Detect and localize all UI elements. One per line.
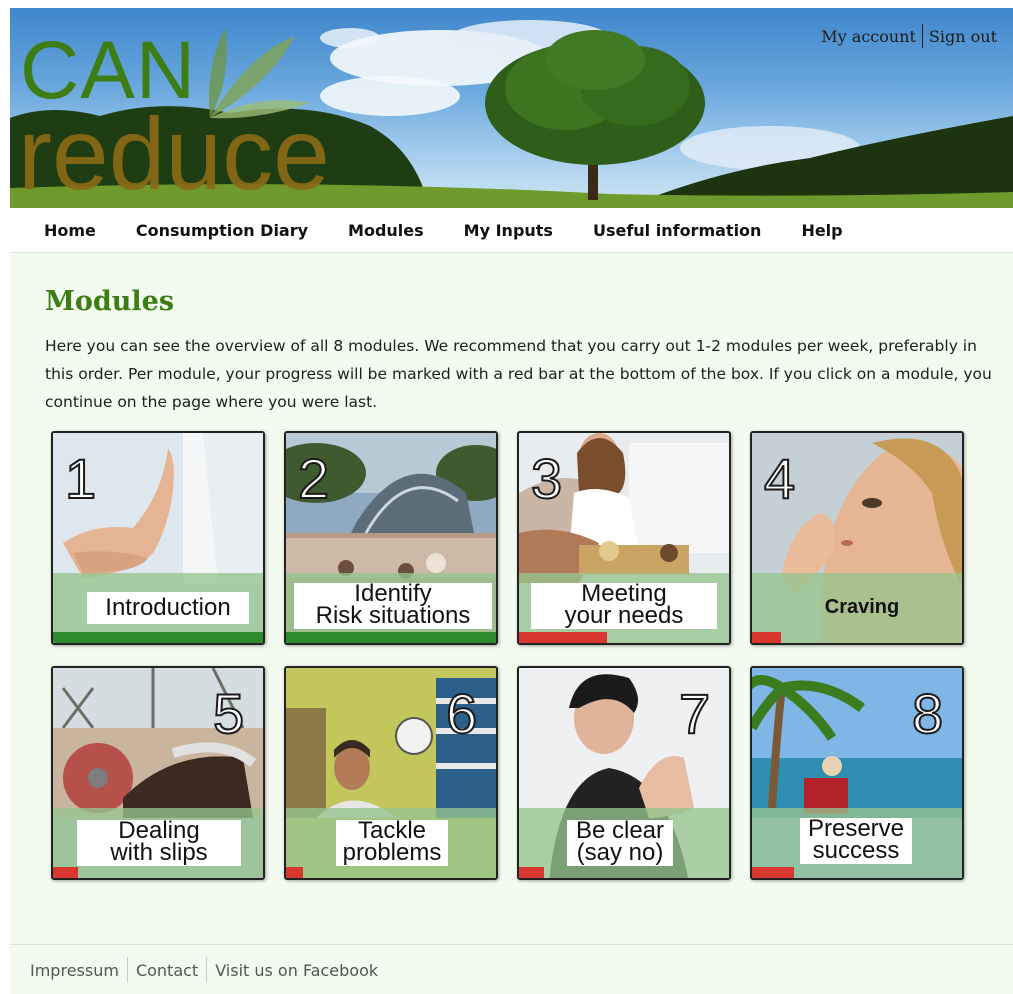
footer-link-contact[interactable]: Contact [128,961,206,980]
module-progress-bar [53,867,79,878]
module-progress-bar [752,867,794,878]
module-number: 8 [911,682,944,745]
main-nav: Home Consumption Diary Modules My Inputs… [10,208,1013,253]
module-label: Identify Risk situations [294,582,492,629]
sign-out-link[interactable]: Sign out [923,25,1003,48]
module-progress-bar [752,632,782,643]
page-frame: CAN reduce My account Sign out Home Cons… [10,8,1013,994]
footer-link-facebook[interactable]: Visit us on Facebook [207,961,386,980]
module-tile-7[interactable]: 7 Be clear (say no) [517,666,731,880]
module-label: Dealing with slips [77,819,241,866]
module-number: 7 [678,682,711,745]
my-account-link[interactable]: My account [815,25,922,48]
module-number: 2 [297,447,330,510]
logo-reduce-text: reduce [18,97,330,208]
account-links: My account Sign out [815,24,1003,48]
module-progress-bar [519,867,545,878]
module-tile-8[interactable]: 8 Preserve success [750,666,964,880]
header-banner: CAN reduce My account Sign out [10,8,1013,208]
module-tile-3[interactable]: 3 Meeting your needs [517,431,731,645]
nav-item-useful-information[interactable]: Useful information [593,221,761,240]
nav-item-modules[interactable]: Modules [348,221,424,240]
nav-item-home[interactable]: Home [44,221,96,240]
module-progress-bar [519,632,608,643]
module-label: Introduction [87,592,249,624]
nav-item-help[interactable]: Help [801,221,842,240]
footer: Impressum Contact Visit us on Facebook [10,944,1013,994]
module-progress-bar [53,632,263,643]
module-progress-bar [286,867,303,878]
module-number: 3 [530,447,563,510]
module-number: 4 [763,447,796,510]
module-label: Preserve success [800,817,912,864]
page-title: Modules [45,286,175,317]
module-label: Craving [824,596,900,618]
module-number: 5 [212,682,245,745]
module-tile-5[interactable]: 5 Dealing with slips [51,666,265,880]
module-label: Be clear (say no) [567,819,673,866]
module-number: 1 [64,447,97,510]
nav-item-my-inputs[interactable]: My Inputs [464,221,553,240]
module-tile-4[interactable]: 4 Craving [750,431,964,645]
footer-link-impressum[interactable]: Impressum [10,961,127,980]
nav-item-consumption-diary[interactable]: Consumption Diary [136,221,308,240]
module-label: Meeting your needs [531,582,717,629]
module-tile-6[interactable]: 6 Tackle problems [284,666,498,880]
module-tile-2[interactable]: 2 Identify Risk situations [284,431,498,645]
module-label: Tackle problems [336,819,448,866]
intro-text: Here you can see the overview of all 8 m… [45,337,992,411]
module-progress-bar [286,632,496,643]
module-tile-1[interactable]: 1 Introduction [51,431,265,645]
module-number: 6 [445,682,478,745]
